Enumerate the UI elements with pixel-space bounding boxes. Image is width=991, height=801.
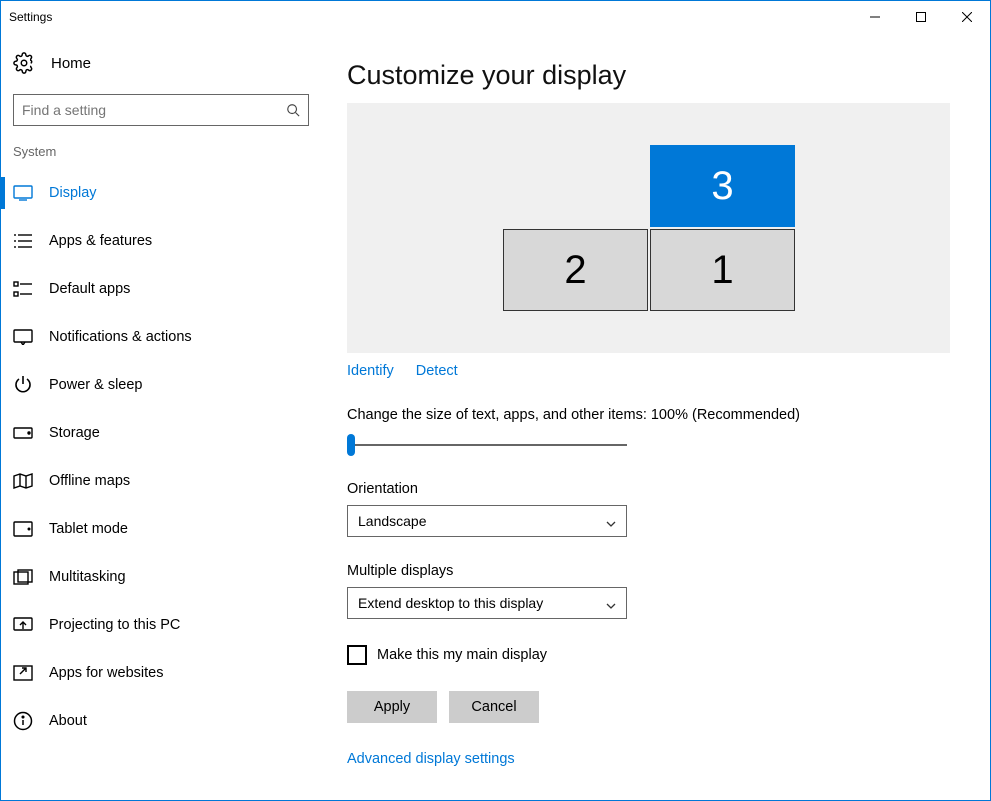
power-icon [13,376,33,394]
search-input[interactable] [22,102,286,118]
nav-tablet-mode[interactable]: Tablet mode [1,505,321,553]
map-icon [13,472,33,490]
minimize-icon [870,12,880,22]
nav-apps-features[interactable]: Apps & features [1,217,321,265]
orientation-value: Landscape [358,513,427,529]
detect-link[interactable]: Detect [416,363,458,379]
advanced-display-link[interactable]: Advanced display settings [347,751,950,767]
monitor-2-label: 2 [564,248,586,293]
chevron-down-icon [606,598,616,608]
scale-label: Change the size of text, apps, and other… [347,407,950,423]
nav-label: Apps for websites [49,665,163,681]
multiple-displays-value: Extend desktop to this display [358,595,543,611]
titlebar: Settings [1,1,990,32]
nav-label: Apps & features [49,233,152,249]
main-panel: Customize your display 3 2 1 Identify De… [321,32,990,800]
multiple-displays-label: Multiple displays [347,563,950,579]
nav-storage[interactable]: Storage [1,409,321,457]
cancel-label: Cancel [471,699,516,715]
defaults-icon [13,280,33,298]
nav-label: Multitasking [49,569,126,585]
nav-power-sleep[interactable]: Power & sleep [1,361,321,409]
tablet-icon [13,520,33,538]
window-title: Settings [9,10,52,24]
display-arrange-area[interactable]: 3 2 1 [347,103,950,353]
info-icon [13,712,33,730]
close-button[interactable] [944,1,990,32]
nav-label: About [49,713,87,729]
minimize-button[interactable] [852,1,898,32]
apply-button[interactable]: Apply [347,691,437,723]
make-main-row[interactable]: Make this my main display [347,645,950,665]
nav-apps-websites[interactable]: Apps for websites [1,649,321,697]
settings-window: Settings Home [0,0,991,801]
close-icon [962,12,972,22]
slider-thumb[interactable] [347,434,355,456]
display-icon [13,184,33,202]
identify-detect-row: Identify Detect [347,363,950,379]
nav-list: Display Apps & features Default apps Not… [1,169,321,745]
nav-label: Power & sleep [49,377,143,393]
project-icon [13,616,33,634]
nav-default-apps[interactable]: Default apps [1,265,321,313]
nav-label: Offline maps [49,473,130,489]
nav-label: Projecting to this PC [49,617,180,633]
monitor-2[interactable]: 2 [503,229,648,311]
content-area: Home System Display Apps & f [1,32,990,800]
make-main-checkbox[interactable] [347,645,367,665]
nav-label: Storage [49,425,100,441]
scale-slider[interactable] [347,431,627,459]
search-wrap [1,94,321,144]
monitor-3-label: 3 [711,164,733,209]
sidebar: Home System Display Apps & f [1,32,321,800]
home-label: Home [51,55,91,72]
launch-icon [13,664,33,682]
storage-icon [13,424,33,442]
maximize-button[interactable] [898,1,944,32]
list-icon [13,232,33,250]
multiple-displays-select[interactable]: Extend desktop to this display [347,587,627,619]
apply-label: Apply [374,699,410,715]
search-icon [286,103,300,117]
monitor-1[interactable]: 1 [650,229,795,311]
window-controls [852,1,990,32]
orientation-label: Orientation [347,481,950,497]
nav-about[interactable]: About [1,697,321,745]
page-heading: Customize your display [347,60,950,91]
maximize-icon [916,12,926,22]
nav-label: Notifications & actions [49,329,192,345]
notification-icon [13,328,33,346]
orientation-select[interactable]: Landscape [347,505,627,537]
nav-offline-maps[interactable]: Offline maps [1,457,321,505]
nav-projecting[interactable]: Projecting to this PC [1,601,321,649]
monitor-1-label: 1 [711,248,733,293]
nav-label: Default apps [49,281,130,297]
nav-label: Display [49,185,97,201]
gear-icon [13,52,35,74]
group-system-label: System [1,144,321,169]
nav-notifications[interactable]: Notifications & actions [1,313,321,361]
nav-label: Tablet mode [49,521,128,537]
make-main-label: Make this my main display [377,647,547,663]
multitask-icon [13,568,33,586]
home-button[interactable]: Home [1,52,321,94]
nav-display[interactable]: Display [1,169,321,217]
monitor-3[interactable]: 3 [650,145,795,227]
cancel-button[interactable]: Cancel [449,691,539,723]
slider-track [347,444,627,446]
identify-link[interactable]: Identify [347,363,394,379]
nav-multitasking[interactable]: Multitasking [1,553,321,601]
chevron-down-icon [606,516,616,526]
apply-cancel-row: Apply Cancel [347,691,950,723]
search-box[interactable] [13,94,309,126]
